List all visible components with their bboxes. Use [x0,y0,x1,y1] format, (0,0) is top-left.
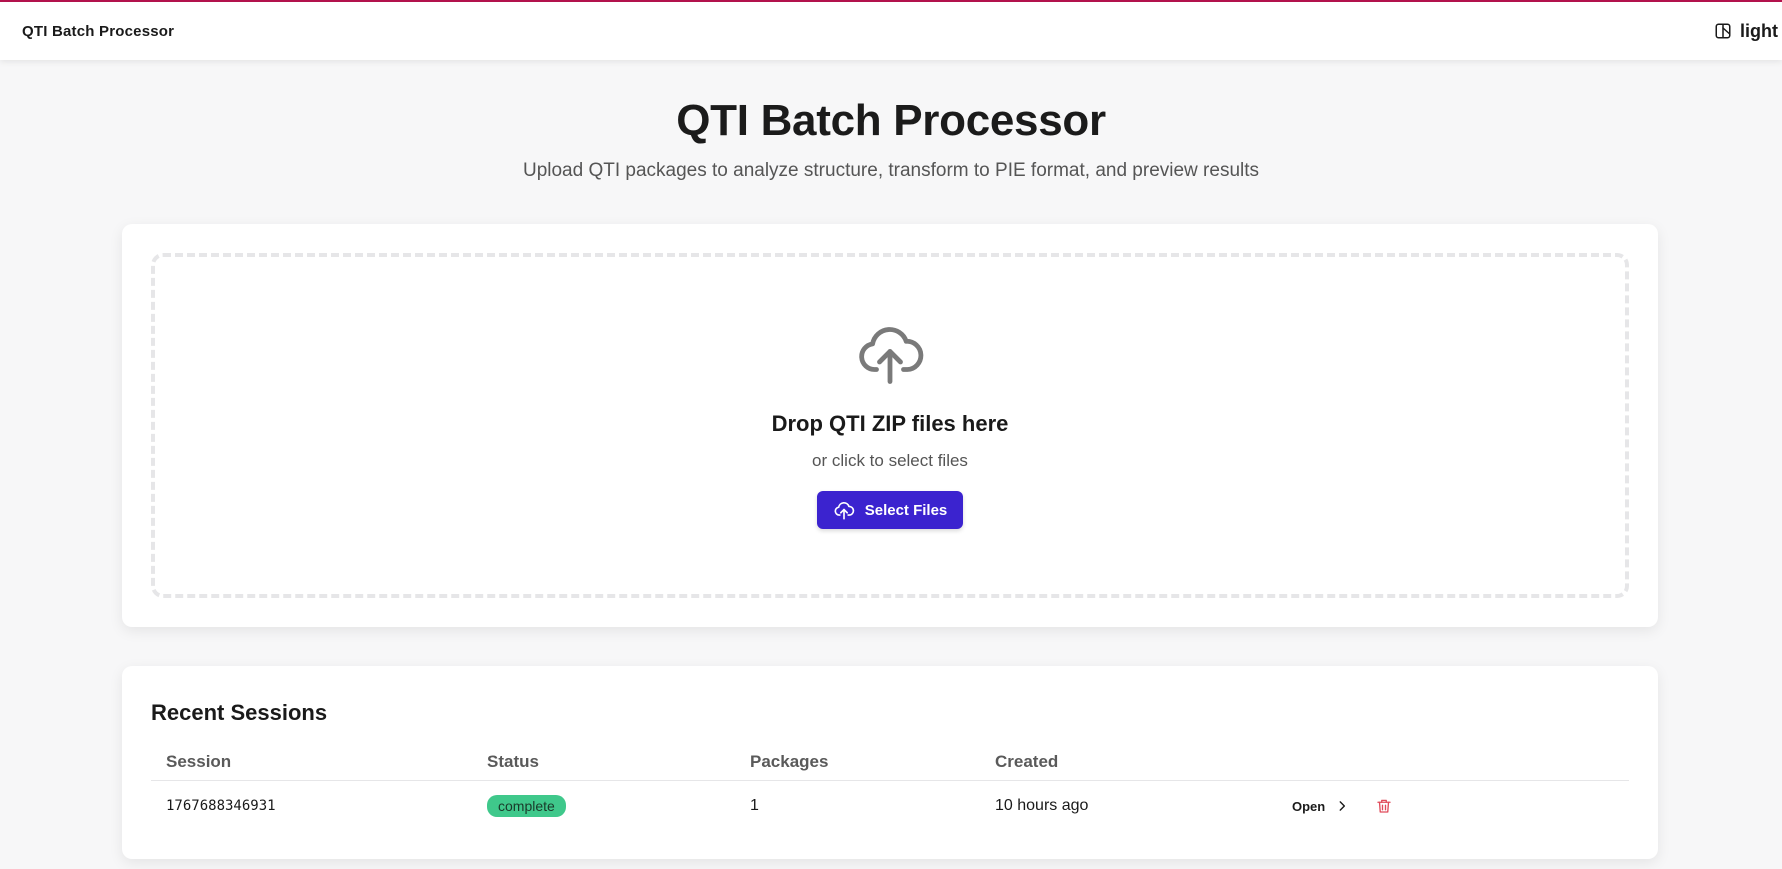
upload-card: Drop QTI ZIP files here or click to sele… [122,224,1658,627]
page-title: QTI Batch Processor [676,96,1106,145]
column-header-session: Session [151,744,472,781]
created-time: 10 hours ago [995,797,1089,814]
select-files-button[interactable]: Select Files [816,491,964,529]
select-files-label: Select Files [864,501,948,519]
dropzone-subtitle: or click to select files [812,451,968,470]
sessions-table: Session Status Packages Created 17676883… [151,744,1629,831]
open-session-button[interactable]: Open [1292,799,1349,814]
status-badge: complete [487,795,566,817]
hero: QTI Batch Processor Upload QTI packages … [0,96,1782,182]
column-header-packages: Packages [735,744,980,781]
dropzone-title: Drop QTI ZIP files here [771,411,1009,436]
column-header-created: Created [980,744,1277,781]
open-label: Open [1292,798,1326,814]
dropzone[interactable]: Drop QTI ZIP files here or click to sele… [151,253,1629,598]
brand-title[interactable]: QTI Batch Processor [22,23,174,40]
column-header-status: Status [472,744,735,781]
chevron-right-icon [1339,801,1346,811]
session-id: 1767688346931 [166,798,276,814]
column-header-actions [1277,744,1629,781]
recent-sessions-card: Recent Sessions Session Status Packages … [122,666,1658,859]
theme-label: light [1740,20,1778,41]
cloud-upload-icon [859,327,924,384]
trash-icon[interactable] [1375,797,1393,815]
cloud-upload-icon [834,502,854,520]
navbar: QTI Batch Processor light [0,2,1782,60]
page-subtitle: Upload QTI packages to analyze structure… [522,160,1260,181]
actions-cell: Open [1277,781,1629,832]
theme-toggle[interactable]: light [1714,21,1782,42]
theme-icon [1715,23,1731,39]
recent-sessions-title: Recent Sessions [151,700,328,725]
table-row[interactable]: 1767688346931 complete 1 10 hours ago Op… [151,781,1629,832]
packages-count: 1 [750,797,759,814]
status-cell: complete [472,781,735,832]
table-header-row: Session Status Packages Created [151,744,1629,781]
